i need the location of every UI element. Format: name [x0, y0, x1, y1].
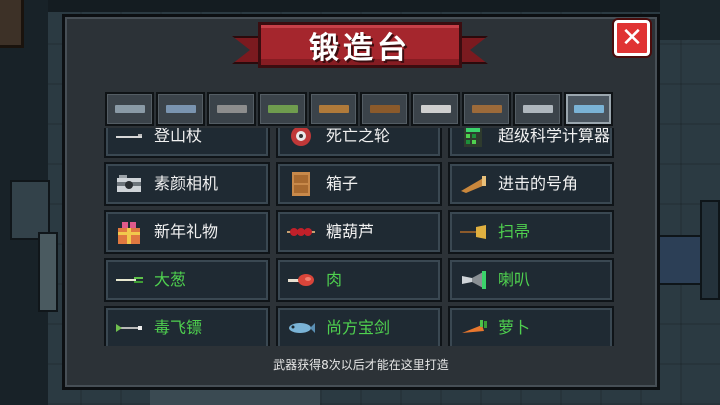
background-machine — [10, 180, 50, 240]
bow-icon — [369, 105, 400, 113]
forge-item[interactable]: 大葱 — [104, 258, 270, 302]
forge-item-label: 箱子 — [326, 174, 359, 193]
tab-launcher[interactable] — [258, 92, 307, 126]
footer-hint: 武器获得8次以后才能在这里打造 — [273, 358, 449, 372]
forge-item-label: 死亡之轮 — [326, 128, 391, 145]
carrot-icon — [458, 315, 488, 341]
game-wall — [0, 0, 720, 12]
background-ledge — [150, 390, 320, 405]
background-terminal — [655, 235, 705, 285]
broom-icon — [458, 219, 488, 245]
death-wheel-icon — [286, 128, 316, 149]
forge-item[interactable]: 素颜相机 — [104, 162, 270, 206]
gift-icon — [114, 219, 144, 245]
tab-shotgun[interactable] — [309, 92, 358, 126]
forge-item-label: 超级科学计算器 — [498, 128, 611, 145]
tab-throwing-star[interactable] — [513, 92, 562, 126]
forge-item[interactable]: 尚方宝剑 — [276, 306, 442, 346]
tab-fish[interactable] — [564, 92, 613, 126]
forge-item-label: 新年礼物 — [154, 222, 219, 241]
forge-item-label: 尚方宝剑 — [326, 318, 391, 337]
forge-item[interactable]: 登山杖 — [104, 128, 270, 158]
title-ribbon: 锻造台 — [258, 22, 462, 68]
forge-item-label: 肉 — [326, 270, 343, 289]
meat-icon — [286, 267, 316, 293]
tab-sword[interactable] — [411, 92, 460, 126]
forge-item[interactable]: 扫帚 — [448, 210, 614, 254]
background-cabinet — [700, 200, 720, 300]
staff-icon — [471, 105, 502, 113]
launcher-icon — [267, 105, 298, 113]
forge-item-label: 糖葫芦 — [326, 222, 375, 241]
background-pipe — [38, 232, 58, 312]
forge-item[interactable]: 死亡之轮 — [276, 128, 442, 158]
forge-item-label: 扫帚 — [498, 222, 531, 241]
forge-item-label: 登山杖 — [154, 128, 203, 145]
tab-sniper[interactable] — [207, 92, 256, 126]
weapon-category-tabs — [105, 92, 615, 126]
forge-item-label: 进击的号角 — [498, 174, 579, 193]
box-icon — [286, 171, 316, 197]
tab-staff[interactable] — [462, 92, 511, 126]
forge-item[interactable]: 箱子 — [276, 162, 442, 206]
camera-icon — [114, 171, 144, 197]
tab-bow[interactable] — [360, 92, 409, 126]
forge-item[interactable]: 萝卜 — [448, 306, 614, 346]
forge-item-label: 大葱 — [154, 270, 187, 289]
poison-dart-icon — [114, 315, 144, 341]
tab-rifle[interactable] — [156, 92, 205, 126]
forge-item-label: 毒飞镖 — [154, 318, 203, 337]
forge-item-label: 喇叭 — [498, 270, 531, 289]
fish-sword-icon — [286, 315, 316, 341]
tab-pistol[interactable] — [105, 92, 154, 126]
rifle-icon — [165, 105, 196, 113]
shotgun-icon — [318, 105, 349, 113]
scallion-icon — [114, 267, 144, 293]
trumpet-icon — [458, 267, 488, 293]
pistol-icon — [114, 105, 145, 113]
forge-item-grid: 登山杖 死亡之轮 超级科学计算器素颜相机 箱子 进击的号角新年礼物 糖葫芦 扫帚大葱 肉 喇叭毒… — [104, 128, 614, 346]
dialog-title: 锻造台 — [309, 31, 411, 66]
forge-item[interactable]: 喇叭 — [448, 258, 614, 302]
forge-item[interactable]: 进击的号角 — [448, 162, 614, 206]
forge-item[interactable]: 毒飞镖 — [104, 306, 270, 346]
forge-item-list[interactable]: 登山杖 死亡之轮 超级科学计算器素颜相机 箱子 进击的号角新年礼物 糖葫芦 扫帚大葱 肉 喇叭毒… — [104, 128, 614, 346]
candied-haws-icon — [286, 219, 316, 245]
forge-item[interactable]: 肉 — [276, 258, 442, 302]
sword-icon — [420, 105, 451, 113]
calculator-icon — [458, 128, 488, 149]
fish-icon — [573, 105, 604, 113]
close-icon: ✕ — [621, 23, 643, 53]
horn-icon — [458, 171, 488, 197]
forge-item[interactable]: 糖葫芦 — [276, 210, 442, 254]
background-panel — [660, 0, 720, 40]
forge-item-label: 萝卜 — [498, 318, 531, 337]
sniper-icon — [216, 105, 247, 113]
throwing-star-icon — [522, 105, 553, 113]
forge-item[interactable]: 新年礼物 — [104, 210, 270, 254]
forge-item-label: 素颜相机 — [154, 174, 219, 193]
wall-sign — [0, 0, 24, 48]
hiking-stick-icon — [114, 128, 144, 149]
close-button[interactable]: ✕ — [614, 20, 650, 56]
forge-item[interactable]: 超级科学计算器 — [448, 128, 614, 158]
